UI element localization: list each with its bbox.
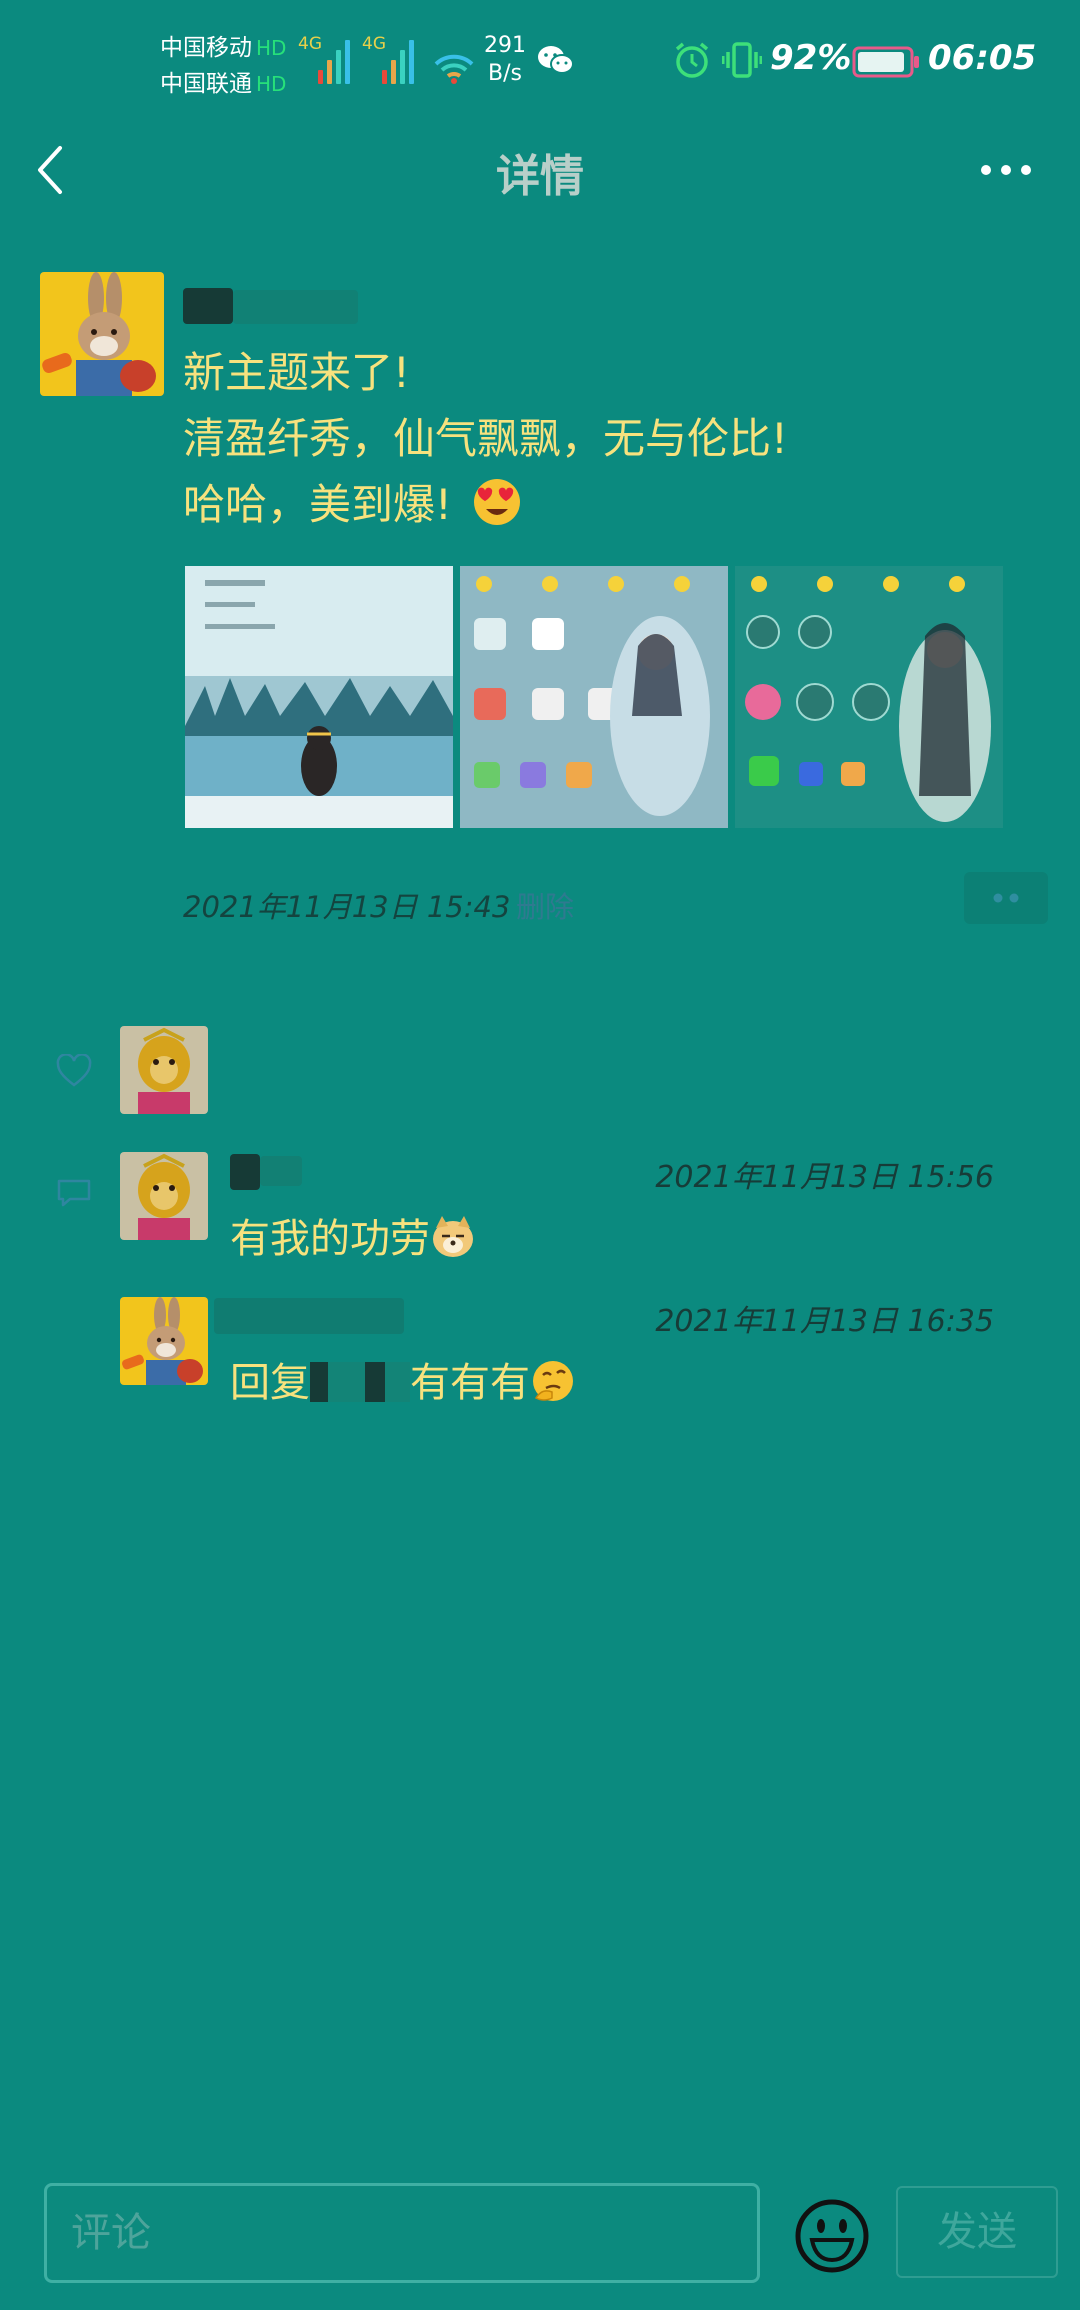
battery-icon (852, 46, 919, 78)
post-line-1: 新主题来了! (183, 348, 410, 397)
author-name-redacted (233, 290, 358, 324)
heart-eyes-emoji-icon (473, 479, 520, 525)
more-dots-icon (993, 893, 1019, 903)
carrier-2: 中国联通 HD (160, 64, 286, 98)
comment-timestamp: 2021年11月13日 15:56 (655, 1160, 994, 1195)
page-title: 详情 (496, 151, 584, 202)
monkey-king-avatar-image (120, 1152, 208, 1240)
more-button[interactable] (976, 150, 1036, 190)
carrier-1: 中国移动 HD (160, 28, 286, 62)
smiley-icon (795, 2199, 869, 2273)
comment-timestamp: 2021年11月13日 16:35 (655, 1304, 994, 1339)
moment-detail-screen: 中国移动 HD 中国联通 HD 4G 4G 291 B/s 92% 06:05 … (0, 0, 1080, 2310)
network-speed: 291 B/s (484, 32, 526, 88)
comment-text-row[interactable]: 有我的功劳 (230, 1206, 476, 1264)
rabbit-avatar-image (40, 272, 164, 396)
reply-target-redacted (310, 1362, 410, 1402)
reply-text: 有有有 (410, 1360, 530, 1406)
thinking-emoji-icon (533, 1361, 573, 1401)
hd-badge: HD (256, 36, 287, 60)
post-image-2[interactable] (460, 566, 728, 828)
carrier-2-label: 中国联通 (160, 71, 252, 97)
theme-preview-fairy-image (460, 566, 728, 828)
comment-input[interactable] (44, 2183, 760, 2283)
reply-author-avatar[interactable] (120, 1297, 208, 1385)
author-name-redacted (183, 288, 233, 324)
theme-preview-fairy-2-image (735, 566, 1003, 828)
delete-button[interactable]: 删除 (516, 884, 574, 926)
reply-author-name-redacted (214, 1298, 404, 1334)
post-line-3: 哈哈，美到爆! (183, 480, 452, 529)
liker-avatar[interactable] (120, 1026, 208, 1114)
alarm-icon (675, 42, 709, 78)
comment-text: 有我的功劳 (230, 1216, 430, 1262)
carrier-1-label: 中国移动 (160, 35, 252, 61)
battery-percent: 92% (770, 38, 852, 78)
header-bar: 详情 (0, 120, 1080, 220)
monkey-king-avatar-image (120, 1026, 208, 1114)
vibrate-icon (722, 42, 762, 78)
comment-icon (57, 1179, 91, 1207)
commenter-name-redacted (230, 1154, 260, 1190)
status-bar: 中国移动 HD 中国联通 HD 4G 4G 291 B/s 92% 06:05 (0, 0, 1080, 120)
doge-emoji-icon (433, 1216, 473, 1257)
wifi-icon (434, 54, 474, 84)
reply-prefix: 回复 (230, 1360, 310, 1406)
post-timestamp: 2021年11月13日 15:43 (183, 890, 511, 924)
post-content: 新主题来了! 清盈纤秀，仙气飘飘，无与伦比! 哈哈，美到爆! (183, 340, 788, 538)
speed-unit: B/s (488, 61, 522, 86)
wechat-icon (538, 46, 574, 74)
post-line-2: 清盈纤秀，仙气飘飘，无与伦比! (183, 414, 788, 463)
heart-icon (56, 1054, 92, 1087)
like-comment-toggle-button[interactable] (964, 872, 1048, 924)
hd-badge: HD (256, 72, 287, 96)
theme-preview-lake-image (185, 566, 453, 828)
rabbit-avatar-image (120, 1297, 208, 1385)
more-dots-icon (981, 165, 1031, 175)
commenter-avatar[interactable] (120, 1152, 208, 1240)
clock: 06:05 (928, 38, 1037, 78)
comment-text-row[interactable]: 回复 有有有 (230, 1350, 576, 1408)
author-avatar[interactable] (40, 272, 164, 396)
signal-icon (318, 40, 350, 84)
emoji-button[interactable] (794, 2198, 870, 2274)
signal-icon (382, 40, 414, 84)
post-image-1[interactable] (185, 566, 453, 828)
commenter-name-redacted (260, 1156, 302, 1186)
post-image-3[interactable] (735, 566, 1003, 828)
post-line-3-row: 哈哈，美到爆! (183, 472, 788, 538)
speed-value: 291 (484, 33, 526, 58)
send-button[interactable]: 发送 (896, 2186, 1058, 2278)
